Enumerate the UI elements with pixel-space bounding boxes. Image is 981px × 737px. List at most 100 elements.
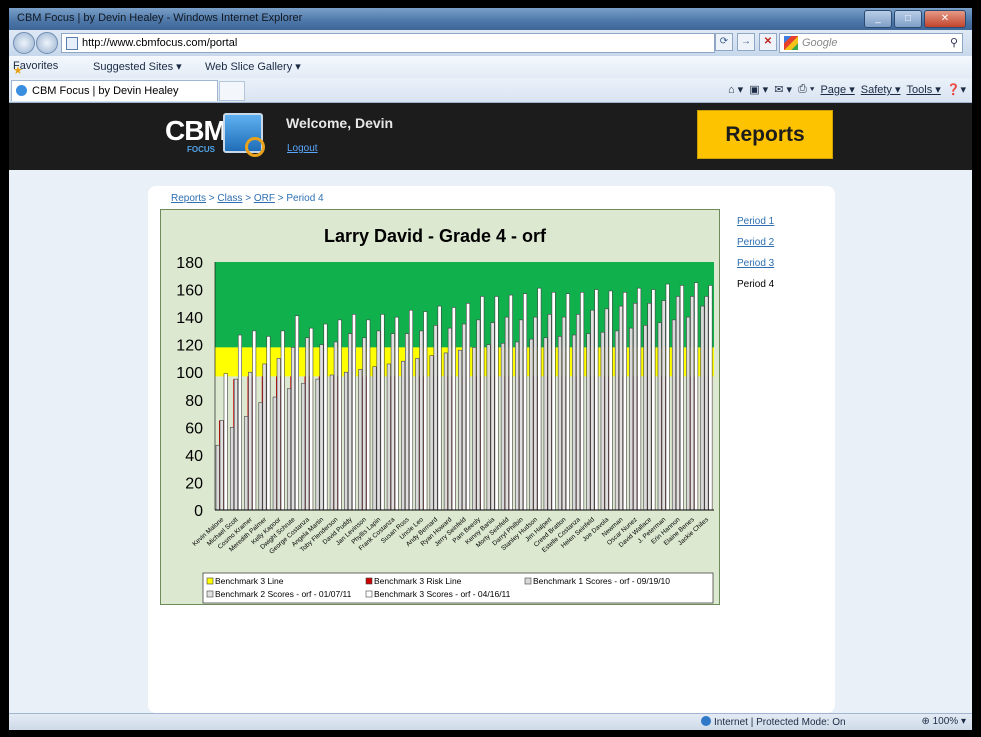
period-2-link[interactable]: Period 2 [737,237,774,248]
browser-window: CBM Focus | by Devin Healey - Windows In… [9,8,972,730]
search-placeholder: Google [802,37,838,49]
minimize-button[interactable]: _ [864,10,892,28]
series-bar [500,342,505,511]
breadcrumb-class[interactable]: Class [217,193,242,204]
title-bar: CBM Focus | by Devin Healey - Windows In… [9,8,972,30]
web-slice-gallery-link[interactable]: Web Slice Gallery ▾ [205,60,301,73]
stop-icon[interactable]: ✕ [759,33,777,51]
series-bar [329,374,334,511]
mail-icon[interactable]: ✉ ▾ [774,83,792,96]
forward-button[interactable] [36,32,58,54]
feeds-icon[interactable]: ▣ ▾ [749,83,768,96]
legend-swatch [365,577,373,585]
series-bar [429,355,434,511]
series-bar [394,316,399,511]
series-bar [637,287,642,511]
breadcrumb-current: Period 4 [286,193,324,204]
favorites-button[interactable]: ★ Favorites [13,60,58,77]
series-bar [515,341,520,511]
breadcrumb-orf[interactable]: ORF [254,193,275,204]
series-bar [486,344,491,511]
series-bar [272,396,277,511]
search-input[interactable]: Google ⚲ [779,33,963,53]
chart-container: Larry David - Grade 4 - orf 0 20 40 60 80 100 1… [160,209,720,605]
tab-row: CBM Focus | by Devin Healey ⌂ ▾ ▣ ▾ ✉ ▾ … [9,78,972,103]
series-bar [523,293,528,511]
series-bar [622,292,627,511]
legend-swatch [206,590,214,598]
status-bar: Internet | Protected Mode: On ⊕ 100% ▾ [9,713,972,730]
period-1-link[interactable]: Period 1 [737,216,774,227]
series-bar [700,305,705,511]
series-bar [600,331,605,511]
y-tick-label: 60 [185,420,203,437]
print-icon[interactable]: ⎙ ▾ [798,83,814,96]
page-menu[interactable]: Page ▾ [820,83,854,96]
series-bar [704,296,709,511]
series-bar [386,363,391,511]
series-bar [679,285,684,511]
series-bar [529,338,534,511]
series-bar [437,305,442,511]
series-bar [309,327,314,511]
series-bar [362,337,367,511]
series-bar [594,289,599,511]
series-bar [608,290,613,511]
suggested-sites-link[interactable]: Suggested Sites ▾ [93,60,182,73]
breadcrumb-separator: > [208,193,215,204]
series-bar [366,319,371,511]
series-bar [258,402,263,511]
help-icon[interactable]: ❓▾ [947,83,966,96]
cbm-focus-logo[interactable]: CBM FOCUS [165,111,265,157]
star-icon: ★ [13,65,23,77]
magnifier-icon [245,137,265,157]
tab-cbm-focus[interactable]: CBM Focus | by Devin Healey [11,80,218,101]
refresh-icon[interactable]: ⟳ [715,33,733,51]
close-button[interactable]: ✕ [924,10,966,28]
zoom-control[interactable]: ⊕ 100% ▾ [921,716,966,727]
google-icon [784,36,798,50]
series-bar [690,296,695,511]
breadcrumb-separator: > [245,193,252,204]
series-bar [266,336,271,511]
safety-menu[interactable]: Safety ▾ [861,83,901,96]
logout-link[interactable]: Logout [287,143,318,154]
series-bar [333,341,338,511]
home-icon[interactable]: ⌂ ▾ [728,83,743,96]
y-tick-label: 80 [185,393,203,410]
breadcrumb: Reports > Class > ORF > Period 4 [171,193,324,204]
series-bar [547,314,552,511]
series-bar [708,285,713,511]
logo-text: CBM [165,115,227,146]
benchmark-chart: Larry David - Grade 4 - orf 0 20 40 60 80 100 1… [176,226,714,604]
globe-icon [701,716,711,726]
series-bar [614,330,619,511]
search-icon[interactable]: ⚲ [950,34,958,52]
new-tab-button[interactable] [219,81,245,101]
series-bar [244,416,249,511]
series-bar [301,382,306,511]
period-4-current: Period 4 [737,279,775,290]
address-bar[interactable]: http://www.cbmfocus.com/portal [61,33,715,53]
series-bar [305,337,310,511]
breadcrumb-separator: > [277,193,284,204]
favorites-bar: ★ Favorites Suggested Sites ▾ Web Slice … [9,56,972,79]
series-bar [344,371,349,511]
series-bar [276,358,281,511]
reports-button[interactable]: Reports [697,110,833,159]
tools-menu[interactable]: Tools ▾ [907,83,941,96]
period-3-link[interactable]: Period 3 [737,258,774,269]
series-bar [686,316,691,511]
series-bar [586,333,591,511]
go-icon[interactable]: → [737,33,755,51]
series-bar [665,283,670,511]
back-button[interactable] [13,32,35,54]
legend-swatch [365,590,373,598]
series-bar [319,344,324,511]
series-bar [476,319,481,511]
security-zone[interactable]: Internet | Protected Mode: On [701,716,846,728]
legend-label: Benchmark 3 Scores - orf - 04/16/11 [374,589,511,599]
series-bar [380,314,385,511]
maximize-button[interactable]: □ [894,10,922,28]
breadcrumb-reports[interactable]: Reports [171,193,206,204]
